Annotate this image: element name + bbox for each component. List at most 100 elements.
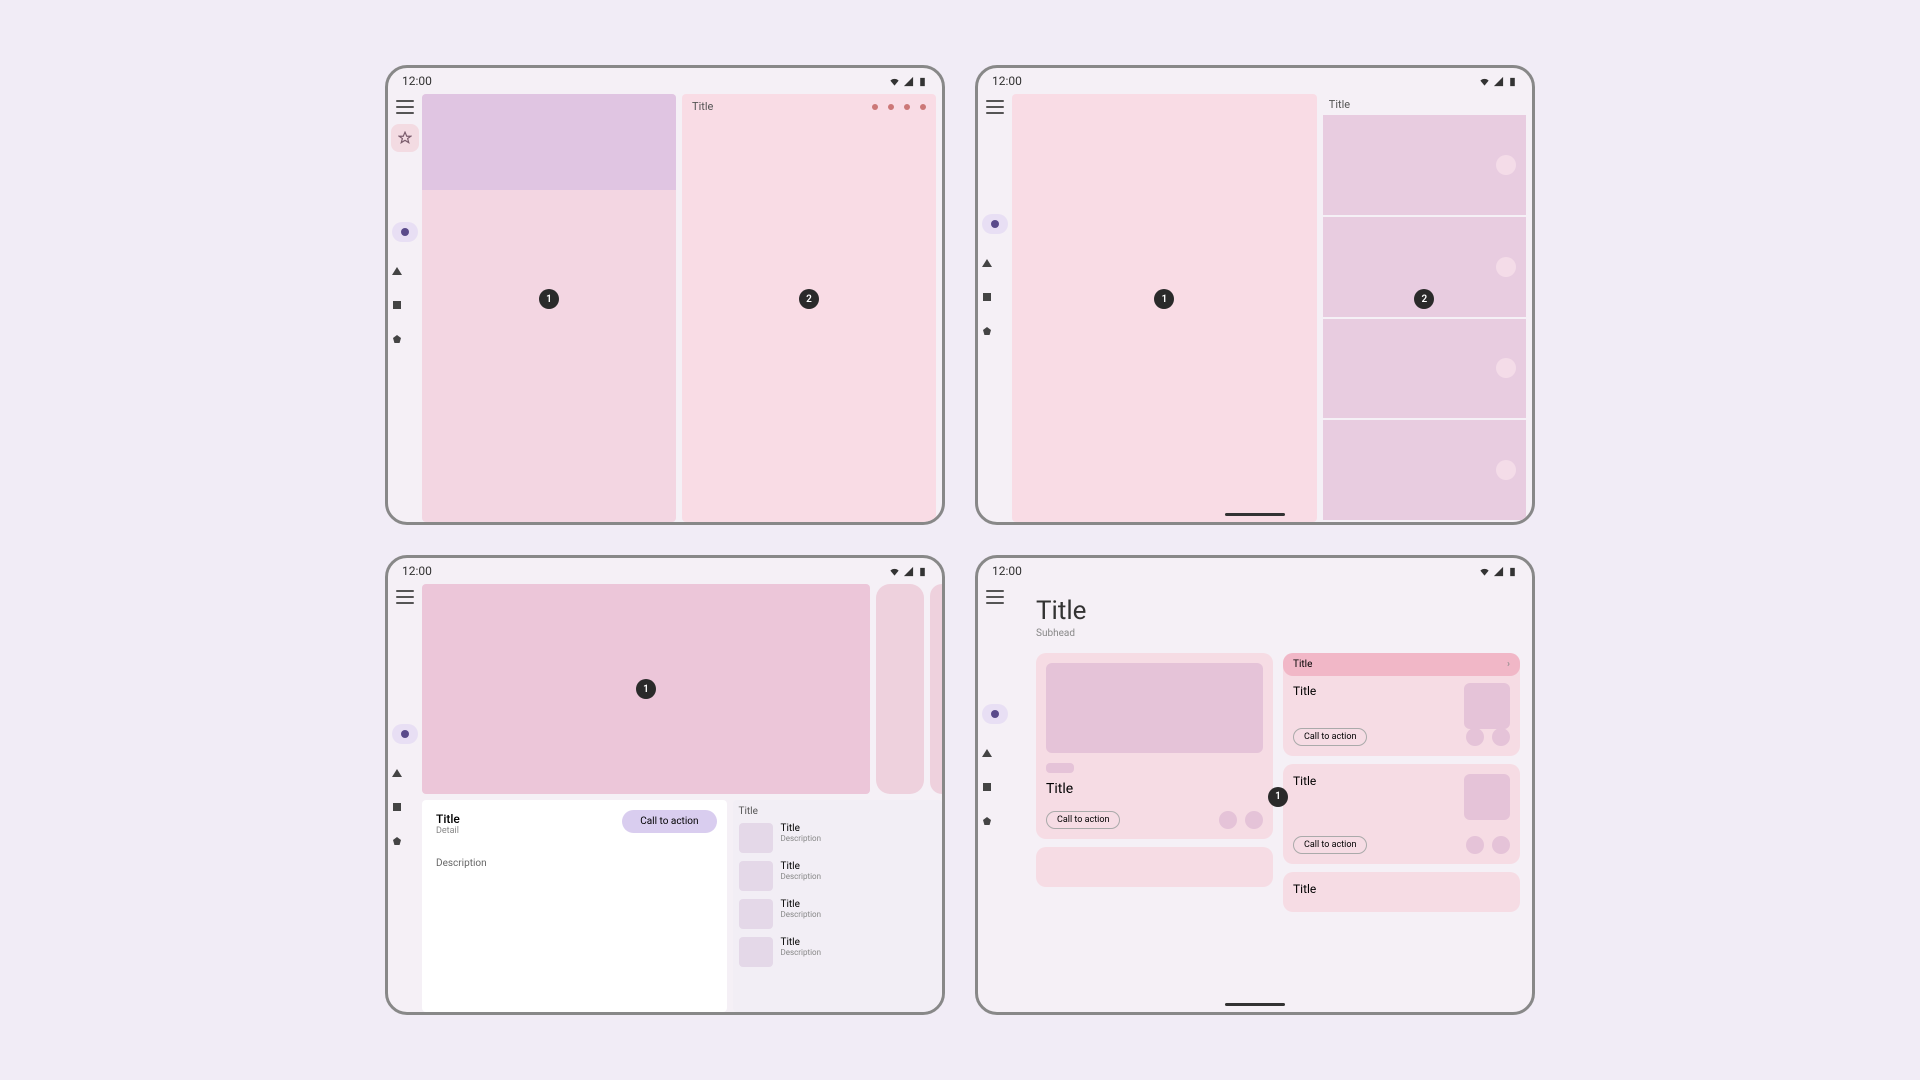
pane-right: Title 2 <box>1323 94 1526 522</box>
pane-left-header <box>422 94 676 190</box>
list-item[interactable]: TitleDescription <box>739 937 937 967</box>
card[interactable]: Title › Title Call to action <box>1283 653 1520 756</box>
status-time: 12:00 <box>992 564 1022 578</box>
card-title: Title <box>1046 781 1263 797</box>
card[interactable] <box>1036 847 1273 887</box>
list-item[interactable] <box>1323 319 1526 419</box>
nav-item-4[interactable] <box>982 326 992 336</box>
detail-description: Description <box>436 858 713 869</box>
mockup-4: 12:00 Title Subhead <box>975 555 1535 1015</box>
battery-icon <box>917 566 928 577</box>
page-title: Title <box>1036 596 1520 626</box>
list-pane: Title TitleDescription TitleDescription … <box>733 800 943 1012</box>
menu-icon[interactable] <box>986 100 1004 114</box>
status-icons <box>1479 76 1518 87</box>
list-item[interactable] <box>1323 115 1526 215</box>
nav-rail <box>388 94 422 522</box>
card-header-pill[interactable]: Title › <box>1283 653 1520 676</box>
thumbnail <box>739 861 773 891</box>
signal-icon <box>903 76 914 87</box>
wifi-icon <box>889 76 900 87</box>
card-thumbnail <box>1464 683 1510 729</box>
status-bar: 12:00 <box>978 68 1532 94</box>
pane-right-title: Title <box>692 100 713 113</box>
chevron-right-icon: › <box>1507 659 1510 670</box>
nav-item-3[interactable] <box>392 300 402 310</box>
mockup-1: 12:00 1 Tit <box>385 65 945 525</box>
cta-button[interactable]: Call to action <box>1046 811 1120 829</box>
hero-card[interactable]: 1 <box>422 584 870 794</box>
signal-icon <box>903 566 914 577</box>
nav-item-2[interactable] <box>392 266 402 276</box>
nav-item-3[interactable] <box>982 292 992 302</box>
cta-button[interactable]: Call to action <box>1293 728 1367 746</box>
card[interactable]: Title <box>1283 872 1520 912</box>
nav-item-1[interactable] <box>982 704 1008 724</box>
pane-left: 1 <box>1012 94 1317 522</box>
card-thumbnail <box>1464 774 1510 820</box>
card-tag <box>1046 763 1074 773</box>
card-image <box>1046 663 1263 753</box>
list-title: Title <box>1323 94 1526 115</box>
status-icons <box>889 566 928 577</box>
layout-grid: 12:00 1 Tit <box>345 25 1575 1055</box>
status-time: 12:00 <box>402 74 432 88</box>
annotation-badge-1: 1 <box>539 289 559 309</box>
card-actions[interactable] <box>1219 811 1263 829</box>
pane-left: 1 <box>422 94 676 522</box>
thumbnail <box>739 937 773 967</box>
star-icon <box>398 131 412 145</box>
status-time: 12:00 <box>402 564 432 578</box>
nav-item-3[interactable] <box>982 782 992 792</box>
menu-icon[interactable] <box>396 100 414 114</box>
card[interactable]: Title Call to action <box>1283 764 1520 864</box>
nav-item-2[interactable] <box>982 258 992 268</box>
list-title: Title <box>739 806 937 817</box>
status-bar: 12:00 <box>388 558 942 584</box>
mockup-2: 12:00 1 Title <box>975 65 1535 525</box>
carousel-peek <box>930 584 942 794</box>
card-title: Title <box>1293 882 1510 896</box>
nav-item-1[interactable] <box>392 222 418 242</box>
list-item[interactable] <box>1323 420 1526 520</box>
thumbnail <box>739 823 773 853</box>
card-column-right: Title › Title Call to action Title <box>1283 653 1520 1012</box>
nav-item-1[interactable] <box>982 214 1008 234</box>
menu-icon[interactable] <box>396 590 414 604</box>
status-bar: 12:00 <box>388 68 942 94</box>
list-item[interactable]: TitleDescription <box>739 899 937 929</box>
card-actions[interactable] <box>1466 836 1510 854</box>
carousel-next[interactable] <box>876 584 924 794</box>
status-icons <box>1479 566 1518 577</box>
nav-item-4[interactable] <box>392 334 402 344</box>
annotation-badge-1: 1 <box>1268 787 1288 807</box>
carousel: 1 <box>422 584 942 794</box>
signal-icon <box>1493 566 1504 577</box>
action-dots[interactable] <box>872 104 926 110</box>
thumbnail <box>739 899 773 929</box>
menu-icon[interactable] <box>986 590 1004 604</box>
card[interactable]: Title Call to action <box>1036 653 1273 839</box>
nav-item-1[interactable] <box>392 724 418 744</box>
favorite-button[interactable] <box>391 124 419 152</box>
nav-item-4[interactable] <box>392 836 402 846</box>
list-item[interactable]: TitleDescription <box>739 861 937 891</box>
home-indicator <box>1225 1003 1285 1006</box>
status-bar: 12:00 <box>978 558 1532 584</box>
wifi-icon <box>1479 76 1490 87</box>
list-item[interactable]: TitleDescription <box>739 823 937 853</box>
cta-button[interactable]: Call to action <box>622 810 716 833</box>
nav-rail <box>978 584 1012 1012</box>
nav-item-2[interactable] <box>392 768 402 778</box>
annotation-badge-2: 2 <box>799 289 819 309</box>
nav-item-4[interactable] <box>982 816 992 826</box>
nav-item-3[interactable] <box>392 802 402 812</box>
card-actions[interactable] <box>1466 728 1510 746</box>
nav-rail <box>388 584 422 1012</box>
signal-icon <box>1493 76 1504 87</box>
annotation-badge-1: 1 <box>636 679 656 699</box>
cta-button[interactable]: Call to action <box>1293 836 1367 854</box>
battery-icon <box>1507 76 1518 87</box>
page-subhead: Subhead <box>1036 628 1520 639</box>
nav-item-2[interactable] <box>982 748 992 758</box>
